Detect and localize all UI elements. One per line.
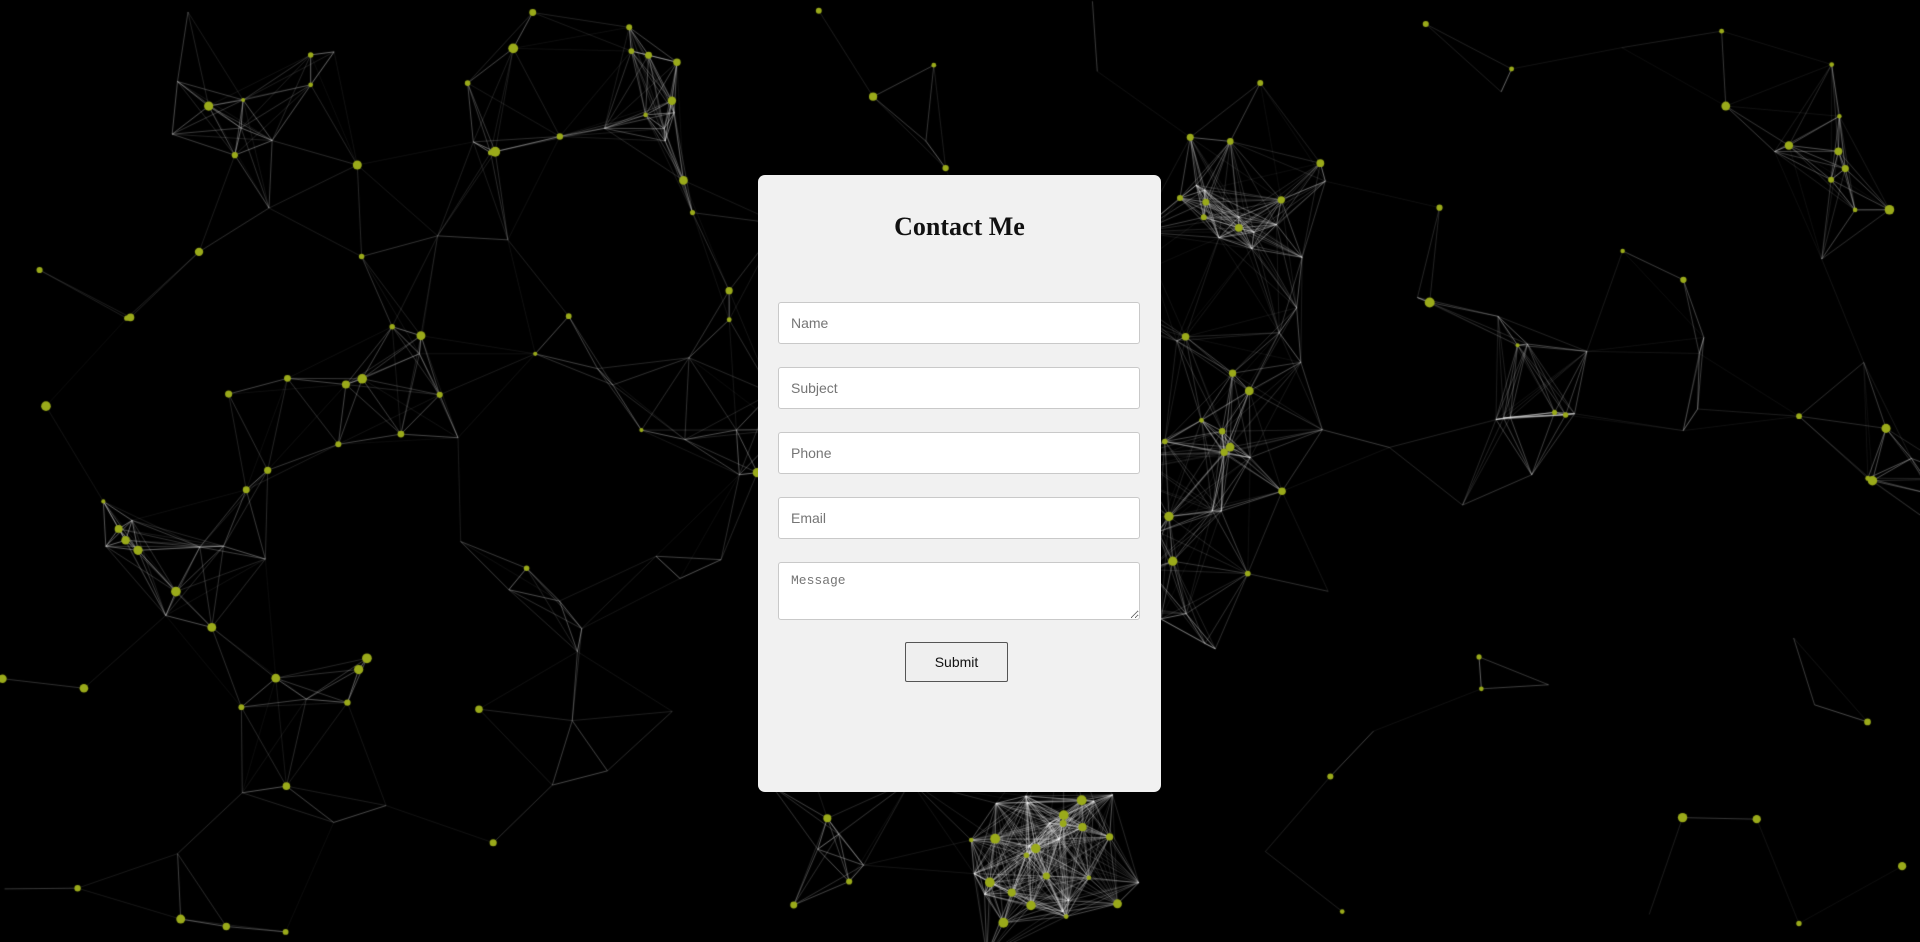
subject-field[interactable] (778, 367, 1140, 409)
contact-form-card: Contact Me Submit (758, 175, 1161, 792)
message-field[interactable] (778, 562, 1140, 620)
name-field[interactable] (778, 302, 1140, 344)
contact-form-title: Contact Me (894, 212, 1025, 241)
email-field[interactable] (778, 497, 1140, 539)
phone-field[interactable] (778, 432, 1140, 474)
submit-button[interactable]: Submit (905, 642, 1008, 682)
